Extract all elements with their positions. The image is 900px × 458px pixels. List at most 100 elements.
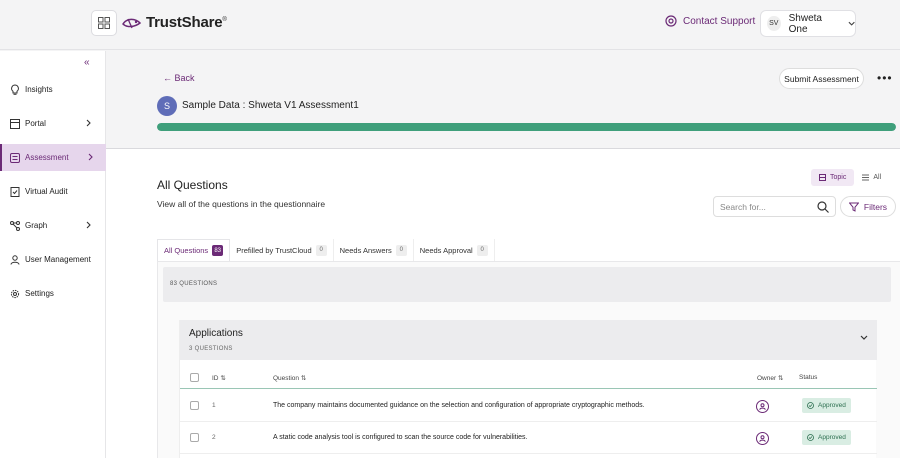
sidebar-item-insights[interactable]: Insights [0, 76, 106, 103]
row-id: 2 [212, 434, 216, 441]
contact-support-link[interactable]: Contact Support [665, 15, 755, 27]
tab-label: Prefilled by TrustCloud [236, 245, 312, 255]
status-badge: Approved [802, 398, 851, 413]
filters-button[interactable]: Filters [840, 196, 896, 217]
view-all-button[interactable]: All [854, 169, 889, 186]
avatar: SV [767, 16, 781, 31]
question-count-bar: 83 QUESTIONS [163, 267, 891, 302]
main-content: ← Back Submit Assessment ••• S Sample Da… [106, 51, 900, 458]
view-topic-label: Topic [830, 174, 847, 181]
logo[interactable]: TrustShare® [122, 14, 227, 31]
grid-icon [98, 17, 110, 29]
chevron-right-icon [88, 153, 93, 161]
progress-bar-fill [157, 123, 896, 131]
row-checkbox[interactable] [190, 433, 199, 442]
sidebar-item-label: Assessment [25, 153, 69, 162]
page-title: All Questions [157, 178, 228, 192]
tab-label: Needs Approval [419, 245, 473, 255]
trustshare-logo-icon [122, 18, 142, 28]
status-badge: Approved [802, 430, 851, 445]
sort-icon: ⇅ [220, 375, 226, 382]
user-menu-button[interactable]: SV Shweta One [760, 10, 856, 37]
portal-icon [9, 118, 20, 129]
filters-label: Filters [863, 201, 888, 212]
assessment-icon [9, 152, 20, 163]
gear-icon [9, 288, 20, 299]
sidebar-item-virtual-audit[interactable]: Virtual Audit [0, 178, 106, 205]
chevron-right-icon [86, 221, 91, 229]
progress-bar [157, 123, 896, 131]
assessment-header: ← Back Submit Assessment ••• S Sample Da… [106, 51, 900, 149]
sidebar: « Insights Portal Assessment Virtual Aud… [0, 51, 106, 458]
sort-icon: ⇅ [777, 375, 784, 382]
logo-text: TrustShare® [146, 14, 227, 31]
tab-count-badge: 0 [476, 244, 488, 256]
back-link[interactable]: ← Back [163, 73, 195, 83]
more-options-icon[interactable]: ••• [877, 71, 893, 85]
sidebar-item-label: Portal [25, 119, 46, 128]
check-circle-icon [807, 434, 814, 441]
app-grid-button[interactable] [91, 10, 117, 36]
row-question[interactable]: A static code analysis tool is configure… [273, 434, 527, 441]
question-tabs: All Questions 83 Prefilled by TrustCloud… [157, 239, 495, 261]
chevron-right-icon [86, 119, 91, 127]
tab-label: Needs Answers [339, 245, 392, 255]
tab-needs-answers[interactable]: Needs Answers 0 [334, 239, 414, 261]
topic-header[interactable]: Applications 3 QUESTIONS [180, 320, 877, 360]
lightbulb-icon [9, 84, 20, 95]
owner-icon[interactable] [756, 400, 769, 413]
sidebar-item-settings[interactable]: Settings [0, 280, 106, 307]
top-bar: TrustShare® Contact Support SV Shweta On… [0, 0, 900, 50]
sidebar-item-portal[interactable]: Portal [0, 110, 106, 137]
status-label: Approved [818, 402, 846, 409]
tab-all-questions[interactable]: All Questions 83 [157, 239, 231, 261]
tab-needs-approval[interactable]: Needs Approval 0 [414, 239, 495, 261]
search-input[interactable]: Search for... [713, 196, 836, 217]
tab-prefilled[interactable]: Prefilled by TrustCloud 0 [230, 239, 334, 261]
sort-icon: ⇅ [300, 375, 307, 382]
owner-icon[interactable] [756, 432, 769, 445]
sidebar-item-label: Insights [25, 85, 53, 94]
tab-count-badge: 0 [315, 244, 327, 256]
collapse-sidebar-icon[interactable]: « [84, 57, 90, 68]
user-icon [9, 254, 20, 265]
table-row[interactable]: 2 A static code analysis tool is configu… [180, 422, 877, 454]
check-circle-icon [807, 402, 814, 409]
search-placeholder: Search for... [720, 201, 766, 212]
table-header: ID ⇅ Question ⇅ Owner ⇅ Status [180, 367, 877, 389]
column-owner[interactable]: Owner ⇅ [757, 374, 783, 382]
sidebar-item-label: Graph [25, 221, 48, 230]
column-status: Status [799, 374, 818, 381]
assessment-title: Sample Data : Shweta V1 Assessment1 [182, 100, 359, 111]
support-icon [665, 15, 677, 27]
tab-count-badge: 83 [212, 245, 224, 256]
user-name: Shweta One [788, 12, 822, 35]
sidebar-item-assessment[interactable]: Assessment [0, 144, 106, 171]
view-toggle: Topic All [811, 169, 889, 186]
tab-count-badge: 0 [395, 244, 407, 256]
row-checkbox[interactable] [190, 401, 199, 410]
chevron-down-icon[interactable] [860, 335, 868, 341]
topic-section: Applications 3 QUESTIONS ID ⇅ Question ⇅… [179, 320, 877, 458]
sidebar-item-graph[interactable]: Graph [0, 212, 106, 239]
list-icon [862, 174, 870, 181]
sidebar-item-label: User Management [25, 255, 91, 264]
graph-icon [9, 220, 20, 231]
topic-icon [819, 174, 826, 181]
sidebar-item-label: Virtual Audit [25, 187, 68, 196]
view-topic-button[interactable]: Topic [811, 169, 855, 186]
sidebar-item-user-management[interactable]: User Management [0, 246, 106, 273]
column-question[interactable]: Question ⇅ [273, 374, 306, 382]
search-icon [817, 201, 829, 213]
row-question[interactable]: The company maintains documented guidanc… [273, 402, 645, 409]
column-id[interactable]: ID ⇅ [212, 374, 226, 382]
chevron-down-icon [848, 21, 855, 26]
status-label: Approved [818, 434, 846, 441]
assessment-avatar: S [157, 96, 177, 116]
table-row[interactable]: 1 The company maintains documented guida… [180, 390, 877, 422]
submit-assessment-button[interactable]: Submit Assessment [779, 68, 864, 89]
audit-icon [9, 186, 20, 197]
filter-icon [848, 202, 859, 212]
select-all-checkbox[interactable] [190, 373, 199, 382]
row-id: 1 [212, 402, 216, 409]
